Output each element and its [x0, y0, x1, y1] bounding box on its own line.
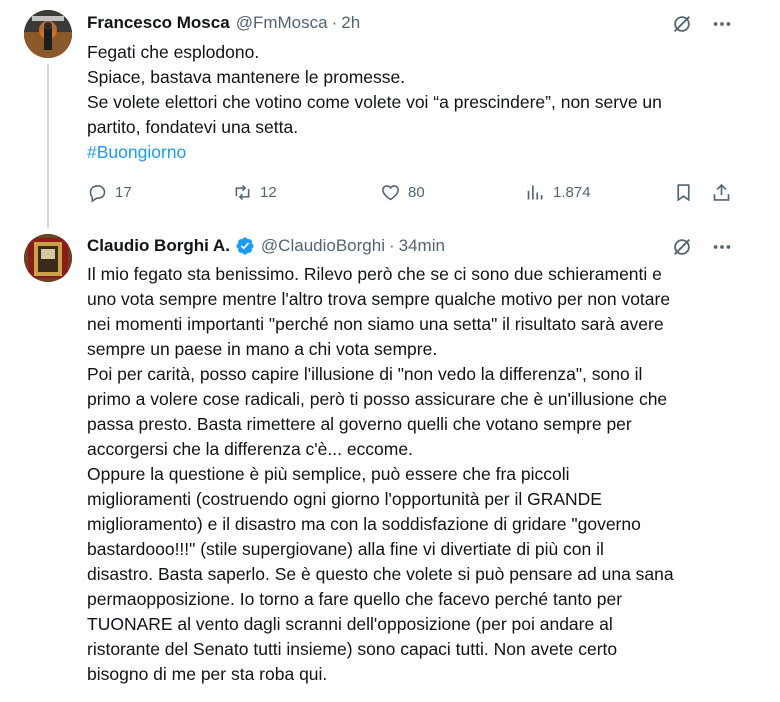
separator-dot: ·	[388, 236, 395, 255]
like-button[interactable]: 80	[380, 182, 425, 203]
timestamp[interactable]: 34min	[399, 236, 445, 256]
views-icon	[527, 185, 543, 200]
author-name[interactable]: Francesco Mosca	[87, 13, 230, 33]
tweet-text-line: Fegati che esplodono.	[87, 42, 260, 62]
timestamp[interactable]: 2h	[341, 13, 360, 33]
tweet-text-line: Se volete elettori che votino come volet…	[87, 92, 662, 112]
tweet-text-line: uno vota sempre mentre l'altro trova sem…	[87, 289, 671, 309]
hashtag-link[interactable]: #Buongiorno	[87, 140, 662, 165]
author-handle[interactable]: @ClaudioBorghi	[261, 236, 385, 256]
tweet-text-line: Poi per carità, posso capire l'illusione…	[87, 364, 643, 384]
views-button[interactable]: 1.874	[525, 182, 591, 203]
avatar-image	[24, 10, 72, 58]
reply-icon	[89, 185, 106, 203]
tweet-text: Fegati che esplodono. Spiace, bastava ma…	[87, 40, 662, 165]
tweet-text-line: miglioramento) e il disastro ma con la s…	[87, 514, 641, 534]
author-name[interactable]: Claudio Borghi A.	[87, 236, 230, 256]
more-icon[interactable]	[711, 236, 733, 258]
bookmark-button[interactable]	[673, 182, 694, 203]
verified-badge-icon	[236, 237, 254, 255]
repost-button[interactable]: 12	[232, 182, 277, 203]
tweet-text-line: Oppure la questione è più semplice, può …	[87, 464, 570, 484]
author-handle[interactable]: @FmMosca	[236, 13, 328, 33]
avatar-claudio-borghi[interactable]	[24, 234, 72, 282]
tweet-text-line: partito, fondatevi una setta.	[87, 117, 299, 137]
thread-connector-line	[47, 64, 49, 228]
like-icon	[382, 185, 399, 201]
bookmark-icon	[677, 184, 690, 202]
tweet-text-line: permaopposizione. Io torno a fare quello…	[87, 589, 623, 609]
avatar-image	[24, 234, 72, 282]
tweet-top-actions	[671, 13, 733, 35]
tweet-text-line: bisogno di me per sta roba qui.	[87, 664, 328, 684]
tweet-text-line: TUONARE al vento dagli scranni dell'oppo…	[87, 614, 613, 634]
tweet-claudio-borghi[interactable]: Claudio Borghi A. @ClaudioBorghi · 34min…	[0, 228, 762, 702]
tweet-text-line: accorgersi che la differenza c'è... ecco…	[87, 439, 413, 459]
tweet-text-line: sempre un paese in mano a chi vota sempr…	[87, 339, 438, 359]
tweet-text-line: Spiace, bastava mantenere le promesse.	[87, 67, 406, 87]
tweet-text-line: miglioramenti (costruendo ogni giorno l'…	[87, 489, 602, 509]
reply-count: 17	[115, 184, 132, 201]
more-icon[interactable]	[711, 13, 733, 35]
tweet-header: Francesco Mosca @FmMosca · 2h	[87, 13, 360, 33]
avatar-francesco-mosca[interactable]	[24, 10, 72, 58]
tweet-text-line: bastardooo!!!" (stile supergiovane) alla…	[87, 539, 604, 559]
share-button[interactable]	[711, 182, 732, 203]
like-count: 80	[408, 184, 425, 201]
views-count: 1.874	[553, 184, 591, 201]
tweet-text-line: Il mio fegato sta benissimo. Rilevo però…	[87, 264, 662, 284]
tweet-text-line: passa presto. Basta rimettere al governo…	[87, 414, 632, 434]
tweet-text-line: nei momenti importanti "perché non siamo…	[87, 314, 664, 334]
share-icon	[713, 183, 730, 201]
repost-count: 12	[260, 184, 277, 201]
tweet-text-line: ristorante del Senato tutti insieme) son…	[87, 639, 618, 659]
grok-icon[interactable]	[671, 13, 693, 35]
tweet-header: Claudio Borghi A. @ClaudioBorghi · 34min	[87, 236, 445, 256]
tweet-top-actions	[671, 236, 733, 258]
repost-icon	[235, 184, 250, 201]
reply-button[interactable]: 17	[87, 182, 132, 203]
tweet-text-line: disastro. Basta saperlo. Se è questo che…	[87, 564, 674, 584]
tweet-francesco-mosca[interactable]: Francesco Mosca @FmMosca · 2h Fegati che…	[0, 0, 762, 228]
grok-icon[interactable]	[671, 236, 693, 258]
tweet-text-line: primo a volere cose radicali, però ti po…	[87, 389, 668, 409]
tweet-text: Il mio fegato sta benissimo. Rilevo però…	[87, 262, 674, 687]
separator-dot: ·	[331, 13, 338, 32]
